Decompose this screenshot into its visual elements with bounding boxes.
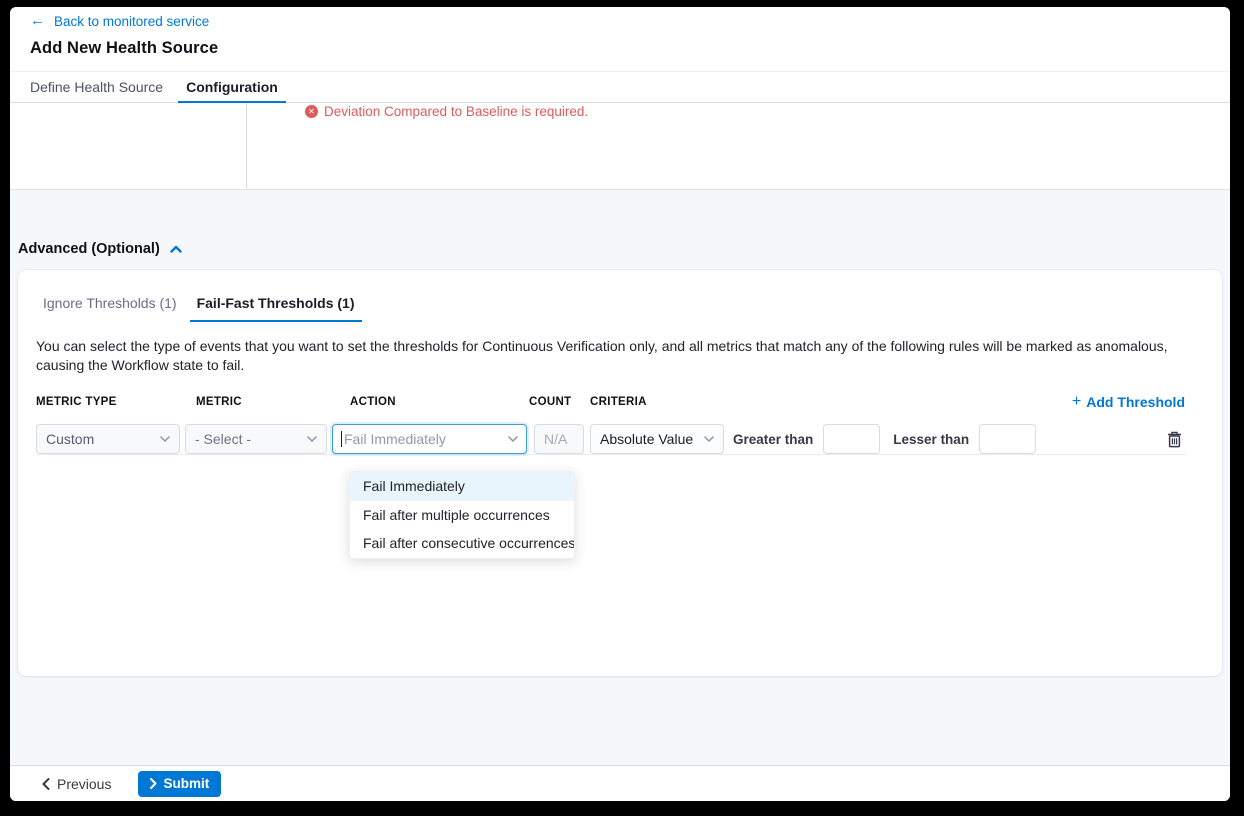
greater-than-label: Greater than: [733, 432, 813, 447]
threshold-tab-bar: Ignore Thresholds (1) Fail-Fast Threshol…: [18, 270, 1222, 322]
advanced-header[interactable]: Advanced (Optional): [18, 240, 1230, 258]
action-select[interactable]: Fail Immediately: [332, 424, 527, 454]
chevron-down-icon: [307, 436, 317, 442]
count-input[interactable]: [534, 424, 584, 454]
chevron-down-icon: [704, 436, 714, 442]
action-value: Fail Immediately: [344, 431, 502, 447]
lesser-than-input[interactable]: [979, 424, 1036, 454]
configuration-panel: ✕ Deviation Compared to Baseline is requ…: [10, 103, 1230, 190]
tab-ignore-thresholds[interactable]: Ignore Thresholds (1): [43, 295, 177, 322]
column-action: ACTION: [350, 396, 396, 408]
advanced-title: Advanced (Optional): [18, 241, 160, 257]
error-message: Deviation Compared to Baseline is requir…: [324, 104, 588, 119]
chevron-right-icon: [150, 778, 157, 789]
metric-type-value: Custom: [46, 431, 154, 447]
menu-item-fail-after-multiple[interactable]: Fail after multiple occurrences: [350, 501, 574, 530]
menu-item-fail-immediately[interactable]: Fail Immediately: [350, 472, 574, 501]
threshold-table-header: METRIC TYPE METRIC ACTION COUNT CRITERIA…: [18, 396, 1222, 411]
threshold-description: You can select the type of events that y…: [36, 337, 1182, 374]
chevron-down-icon: [508, 436, 518, 442]
plus-icon: +: [1072, 395, 1081, 409]
panel-divider: [246, 103, 247, 189]
page-header: ← Back to monitored service Add New Heal…: [10, 7, 1230, 58]
metric-type-select[interactable]: Custom: [36, 424, 180, 454]
submit-button[interactable]: Submit: [138, 771, 221, 797]
column-criteria: CRITERIA: [590, 396, 647, 408]
tab-fail-fast-thresholds[interactable]: Fail-Fast Thresholds (1): [190, 295, 362, 322]
criteria-value: Absolute Value: [600, 431, 698, 447]
metric-value: - Select -: [195, 431, 301, 447]
row-divider: [36, 454, 1186, 455]
back-link-label: Back to monitored service: [54, 14, 209, 29]
tab-define-health-source[interactable]: Define Health Source: [30, 72, 163, 103]
thresholds-card: Ignore Thresholds (1) Fail-Fast Threshol…: [18, 270, 1222, 676]
column-count: COUNT: [529, 396, 571, 408]
back-to-monitored-service-link[interactable]: ← Back to monitored service: [30, 14, 209, 29]
menu-item-fail-after-consecutive[interactable]: Fail after consecutive occurrences: [350, 529, 574, 558]
threshold-row: Custom - Select - Fail Immediately: [36, 424, 1222, 454]
chevron-left-icon: [42, 778, 50, 790]
previous-label: Previous: [57, 776, 111, 792]
add-threshold-button[interactable]: + Add Threshold: [1072, 394, 1185, 410]
tab-configuration[interactable]: Configuration: [178, 72, 286, 103]
lesser-than-label: Lesser than: [893, 432, 969, 447]
validation-error: ✕ Deviation Compared to Baseline is requ…: [305, 104, 588, 119]
submit-label: Submit: [163, 776, 209, 791]
advanced-section: Advanced (Optional) Ignore Thresholds (1…: [10, 190, 1230, 771]
column-metric: METRIC: [196, 396, 242, 408]
metric-select[interactable]: - Select -: [185, 424, 327, 454]
page-title: Add New Health Source: [30, 39, 1230, 58]
footer-bar: Previous Submit: [10, 765, 1230, 801]
chevron-up-icon[interactable]: [169, 244, 183, 255]
back-arrow-icon: ←: [30, 14, 45, 28]
chevron-down-icon: [160, 436, 170, 442]
error-icon: ✕: [305, 105, 318, 118]
action-dropdown-menu: Fail Immediately Fail after multiple occ…: [349, 471, 575, 559]
trash-icon: [1167, 431, 1182, 448]
greater-than-input[interactable]: [823, 424, 880, 454]
delete-threshold-button[interactable]: [1165, 430, 1183, 448]
app-window: ← Back to monitored service Add New Heal…: [10, 7, 1230, 801]
add-threshold-label: Add Threshold: [1086, 394, 1185, 410]
main-tab-bar: Define Health Source Configuration: [10, 71, 1230, 103]
previous-button[interactable]: Previous: [42, 776, 111, 792]
column-metric-type: METRIC TYPE: [36, 396, 117, 408]
text-caret: [341, 431, 342, 447]
criteria-select[interactable]: Absolute Value: [590, 424, 724, 454]
